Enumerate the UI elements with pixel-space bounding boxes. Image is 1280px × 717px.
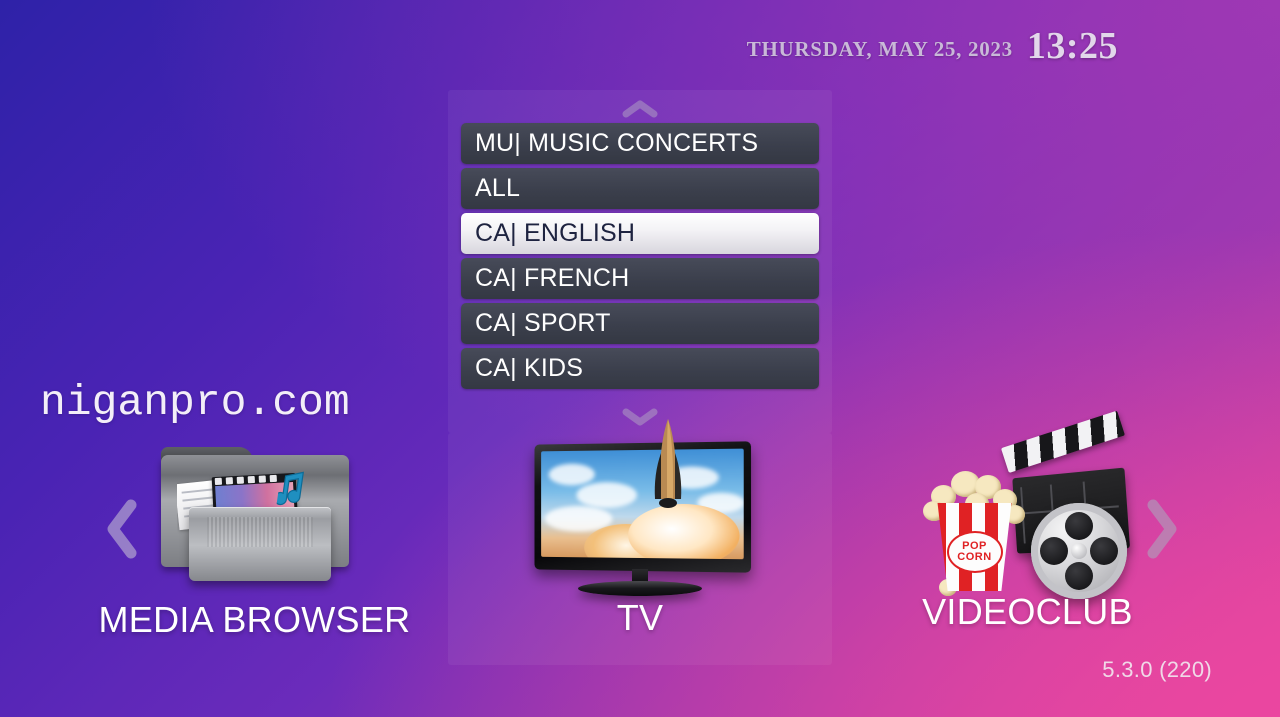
- list-item-label: CA| FRENCH: [475, 264, 630, 292]
- chevron-left-icon[interactable]: [100, 496, 144, 562]
- popcorn-text-line2: CORN: [957, 551, 992, 563]
- app-tile-tv[interactable]: TV: [448, 419, 832, 665]
- app-tile-label: VIDEOCLUB: [922, 591, 1133, 632]
- chevron-up-icon[interactable]: [619, 98, 661, 120]
- list-item[interactable]: CA| FRENCH: [461, 258, 819, 299]
- list-item-label: CA| SPORT: [475, 309, 611, 337]
- list-item-label: CA| ENGLISH: [475, 219, 636, 247]
- list-item[interactable]: CA| KIDS: [461, 348, 819, 389]
- header-clock-area: THURSDAY, MAY 25, 2023 13:25: [747, 0, 1118, 92]
- list-item[interactable]: MU| MUSIC CONCERTS: [461, 123, 819, 164]
- list-item-label: ALL: [475, 174, 521, 202]
- channel-category-list: MU| MUSIC CONCERTS ALL CA| ENGLISH CA| F…: [461, 123, 819, 389]
- app-version-label: 5.3.0 (220): [1102, 657, 1212, 682]
- television-icon: [448, 419, 832, 603]
- app-carousel: MEDIA BROWSER TV POP CORN VIDEOCLUB: [0, 410, 1280, 665]
- list-item-label: CA| KIDS: [475, 354, 584, 382]
- current-date: THURSDAY, MAY 25, 2023: [746, 36, 1013, 61]
- list-item-label: MU| MUSIC CONCERTS: [475, 129, 759, 157]
- list-item[interactable]: ALL: [461, 168, 819, 209]
- app-tile-label: TV: [616, 597, 664, 638]
- app-screen: THURSDAY, MAY 25, 2023 13:25 niganpro.co…: [0, 0, 1280, 717]
- app-tile-label: MEDIA BROWSER: [98, 599, 411, 640]
- channel-category-list-panel: MU| MUSIC CONCERTS ALL CA| ENGLISH CA| F…: [448, 90, 832, 433]
- current-time: 13:25: [1026, 25, 1118, 67]
- list-item[interactable]: CA| SPORT: [461, 303, 819, 344]
- list-item-selected[interactable]: CA| ENGLISH: [461, 213, 819, 254]
- site-watermark: niganpro.com: [40, 378, 350, 427]
- chevron-right-icon[interactable]: [1140, 496, 1184, 562]
